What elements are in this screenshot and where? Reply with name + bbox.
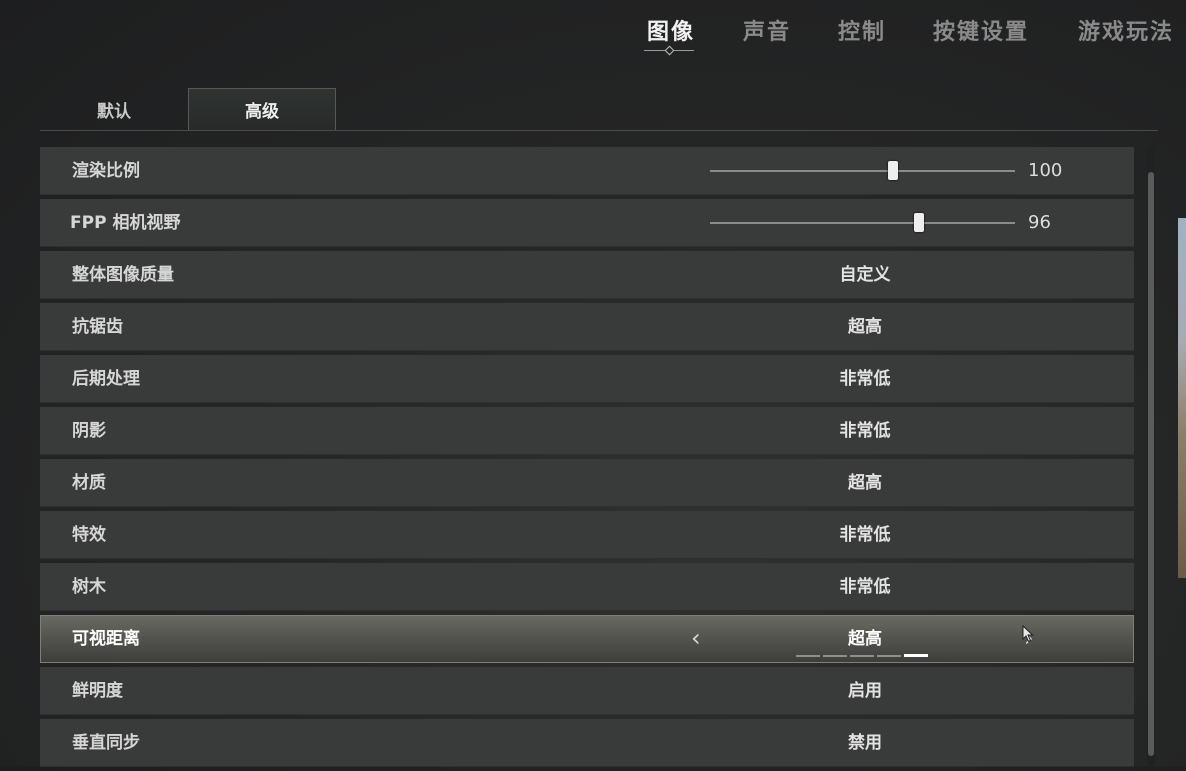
scrollbar-thumb[interactable] [1148,172,1154,756]
setting-row-foliage[interactable]: 树木 非常低 [40,563,1134,611]
slider-value: 100 [1028,160,1063,181]
tab-control[interactable]: 控制 [838,14,886,46]
level-dot [850,655,874,657]
setting-value: 启用 [848,681,882,701]
setting-value: 超高 [848,317,882,337]
setting-row-sharpen[interactable]: 鲜明度 启用 [40,667,1134,715]
setting-label: 垂直同步 [72,733,140,753]
level-dot [796,655,820,657]
tab-keybindings[interactable]: 按键设置 [933,14,1029,46]
setting-label: 渲染比例 [72,161,140,181]
setting-label: 特效 [72,525,106,545]
setting-row-vsync[interactable]: 垂直同步 禁用 [40,719,1134,767]
setting-row-overall-quality[interactable]: 整体图像质量 自定义 [40,251,1134,299]
preview-image [1178,218,1186,578]
setting-row-anti-aliasing[interactable]: 抗锯齿 超高 [40,303,1134,351]
subtab-default[interactable]: 默认 [40,88,188,130]
tab-sound[interactable]: 声音 [743,14,791,46]
setting-row-view-distance[interactable]: 可视距离 ‹ 超高 › [40,615,1134,663]
setting-label: 材质 [72,473,106,493]
render-scale-slider[interactable] [710,161,1015,180]
level-indicator [796,654,928,657]
setting-row-fpp-fov[interactable]: FPP 相机视野 96 [40,199,1134,247]
setting-value: 非常低 [839,525,891,545]
mouse-cursor-icon [1022,625,1034,643]
tab-gameplay[interactable]: 游戏玩法 [1078,14,1174,46]
top-nav: 图像 声音 控制 按键设置 游戏玩法 [620,14,1186,58]
slider-handle[interactable] [888,161,898,180]
level-dot [823,655,847,657]
slider-value: 96 [1028,212,1051,233]
setting-value: 超高 [848,473,882,493]
setting-row-render-scale[interactable]: 渲染比例 100 [40,147,1134,195]
setting-label: 后期处理 [72,369,140,389]
setting-value: 非常低 [839,369,891,389]
setting-value: 禁用 [848,733,882,753]
setting-value: 非常低 [839,577,891,597]
setting-row-textures[interactable]: 材质 超高 [40,459,1134,507]
slider-handle[interactable] [914,213,924,232]
tab-graphics[interactable]: 图像 [647,14,695,46]
setting-value: 自定义 [839,265,891,285]
setting-label: FPP 相机视野 [70,213,181,233]
setting-row-effects[interactable]: 特效 非常低 [40,511,1134,559]
setting-row-shadows[interactable]: 阴影 非常低 [40,407,1134,455]
level-dot-active [904,654,928,657]
setting-label: 鲜明度 [72,681,123,701]
setting-value: 非常低 [839,421,891,441]
setting-label: 抗锯齿 [72,317,123,337]
fpp-fov-slider[interactable] [710,213,1015,232]
tab-divider [40,130,1158,131]
setting-label: 阴影 [72,421,106,441]
setting-label: 整体图像质量 [72,265,174,285]
subtab-advanced[interactable]: 高级 [188,88,336,130]
setting-row-post-processing[interactable]: 后期处理 非常低 [40,355,1134,403]
chevron-left-icon[interactable]: ‹ [691,615,701,661]
setting-label: 树木 [72,577,106,597]
level-dot [877,655,901,657]
settings-list: 渲染比例 100 FPP 相机视野 96 整体图像质量 自定义 抗锯齿 超高 后… [40,147,1134,771]
setting-label: 可视距离 [72,629,140,649]
